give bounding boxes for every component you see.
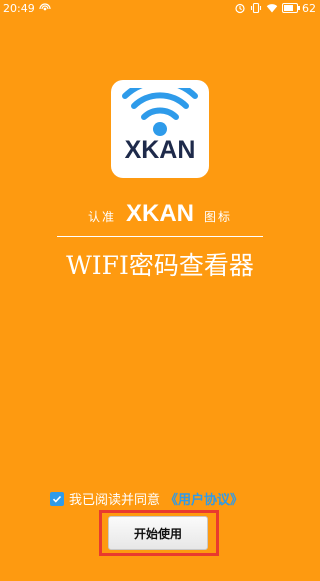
agreement-row: 我已阅读并同意 《用户协议》 xyxy=(50,489,243,508)
signal-icon xyxy=(39,2,51,14)
status-bar: 20:49 62 xyxy=(0,0,320,16)
agreement-checkbox[interactable] xyxy=(50,491,64,506)
user-agreement-link[interactable]: 《用户协议》 xyxy=(165,489,243,508)
wifi-icon xyxy=(266,2,278,14)
wifi-icon xyxy=(122,88,198,136)
vibrate-icon xyxy=(250,2,262,14)
logo-text: XKAN xyxy=(124,136,196,164)
alarm-icon xyxy=(234,2,246,14)
tagline: 认准 XKAN 图标 xyxy=(0,200,320,228)
agreement-text: 我已阅读并同意 xyxy=(69,493,161,508)
battery-percent: 62 xyxy=(302,1,316,15)
status-time: 20:49 xyxy=(3,1,35,15)
app-logo: XKAN xyxy=(111,80,209,178)
app-title: WIFI密码查看器 xyxy=(66,251,254,280)
start-button[interactable]: 开始使用 xyxy=(108,516,208,550)
tagline-brand: XKAN xyxy=(125,200,194,227)
tagline-suffix: 图标 xyxy=(204,210,233,224)
checkmark-icon xyxy=(52,495,62,503)
divider xyxy=(57,236,263,237)
tagline-prefix: 认准 xyxy=(87,210,116,224)
battery-icon xyxy=(282,3,300,13)
